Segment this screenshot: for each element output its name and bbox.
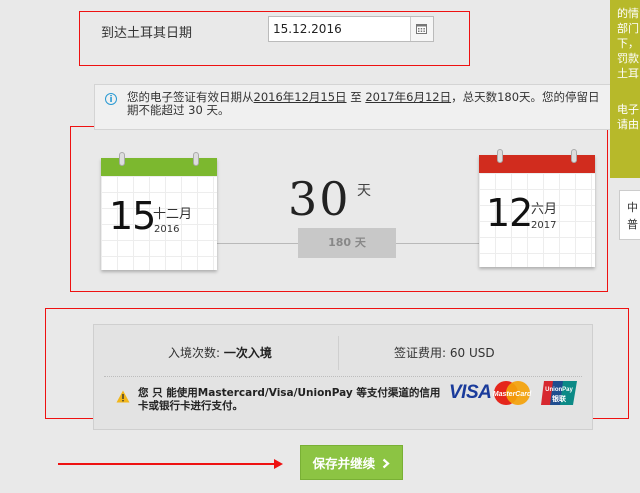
entries-label: 入境次数:	[168, 346, 224, 360]
entries-value: 一次入境	[223, 346, 272, 360]
stay-days-unit: 天	[357, 183, 371, 199]
unionpay-logo: 银联 UnionPay	[541, 380, 577, 406]
unionpay-logo-text: UnionPay	[545, 387, 573, 393]
fee-info: 签证费用: 60 USD	[394, 344, 495, 361]
warning-icon	[116, 388, 130, 407]
save-and-continue-button[interactable]: 保存并继续	[300, 445, 403, 480]
language-panel[interactable]: 中 普	[619, 190, 640, 240]
end-day: 12	[486, 191, 533, 235]
total-days-badge: 180 天	[298, 228, 396, 258]
notice-line: 请由	[617, 118, 639, 131]
end-year: 2017	[531, 220, 557, 231]
notice-line: 下，	[617, 37, 639, 50]
summary-box	[93, 324, 593, 430]
start-day: 15	[109, 194, 156, 238]
notice-line: 罚款	[617, 52, 639, 65]
calendar-ring	[119, 152, 125, 166]
start-month: 十二月	[153, 207, 193, 222]
mastercard-logo: MasterCard	[492, 380, 532, 406]
mastercard-logo-text: MasterCard	[493, 391, 532, 398]
calendar-ring	[497, 149, 503, 163]
fee-label: 签证费用:	[394, 346, 450, 360]
notice-line: 电子	[617, 103, 639, 116]
summary-divider	[338, 336, 339, 370]
notice-line: 部门	[617, 22, 639, 35]
notice-line: 的情	[617, 7, 639, 20]
notice-panel-yellow: 的情 部门 下， 罚款 土耳 电子 请由	[610, 0, 640, 178]
info-icon: i	[105, 93, 117, 105]
visa-logo: VISA	[449, 382, 492, 403]
start-year: 2016	[154, 224, 180, 235]
chevron-right-icon	[383, 458, 391, 469]
info-end-date: 2017年6月12日	[365, 90, 452, 104]
calendar-picker-icon[interactable]	[410, 17, 433, 41]
payment-notice: 您 只 能使用Mastercard/Visa/UnionPay 等支付渠道的信用…	[138, 387, 441, 412]
unionpay-logo-cn: 银联	[552, 394, 567, 403]
language-line: 中	[627, 201, 638, 214]
notice-line: 土耳	[617, 67, 639, 80]
info-text-pre: 您的电子签证有效日期从	[127, 90, 254, 104]
entries-info: 入境次数: 一次入境	[168, 344, 272, 361]
calendar-ring	[193, 152, 199, 166]
summary-separator	[104, 376, 582, 377]
arrival-date-value: 15.12.2016	[273, 22, 342, 36]
arrival-date-label: 到达土耳其日期	[101, 26, 193, 41]
calendar-ring	[571, 149, 577, 163]
arrival-date-input[interactable]: 15.12.2016	[268, 16, 434, 42]
validity-info-box: i 您的电子签证有效日期从2016年12月15日 至 2017年6月12日，总天…	[94, 84, 614, 130]
fee-value: 60 USD	[449, 346, 495, 360]
info-text-mid: 至	[346, 90, 366, 104]
save-button-label: 保存并继续	[312, 456, 376, 471]
stay-days-number: 30	[288, 172, 351, 226]
language-line: 普	[627, 218, 638, 231]
annotation-arrow-line	[58, 463, 278, 465]
start-date-calendar: 15 十二月 2016	[101, 152, 217, 270]
annotation-arrow-head	[274, 459, 283, 469]
end-month: 六月	[531, 202, 558, 217]
info-start-date: 2016年12月15日	[253, 90, 347, 104]
end-date-calendar: 12 六月 2017	[479, 149, 595, 267]
